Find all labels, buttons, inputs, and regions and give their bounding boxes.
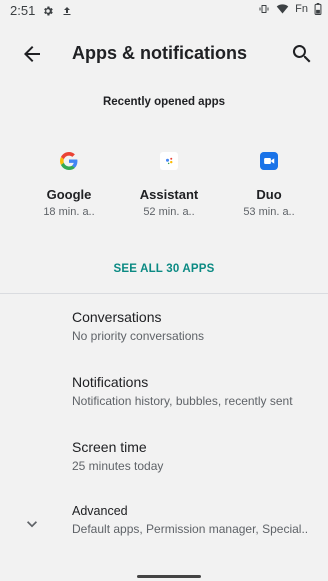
item-subtitle: Notification history, bubbles, recently …: [72, 394, 293, 408]
item-title: Screen time: [72, 439, 147, 455]
item-title: Advanced: [72, 504, 128, 518]
item-subtitle: Default apps, Permission manager, Specia…: [72, 522, 309, 536]
list-item-advanced[interactable]: Advanced Default apps, Permission manage…: [72, 504, 322, 536]
wifi-icon: [276, 3, 289, 15]
settings-gear-icon: [42, 5, 54, 17]
duo-icon: [258, 150, 280, 172]
recent-app-google[interactable]: Google 18 min. a..: [24, 150, 114, 218]
recent-app-assistant[interactable]: Assistant 52 min. a..: [124, 150, 214, 218]
list-item-notifications[interactable]: Notifications Notification history, bubb…: [72, 374, 322, 408]
back-button[interactable]: [20, 42, 44, 66]
status-bar: 2:51 Fn: [0, 0, 328, 22]
clock: 2:51: [10, 3, 36, 18]
gesture-nav-handle[interactable]: [137, 575, 201, 578]
search-button[interactable]: [290, 42, 314, 66]
status-right: Fn: [258, 3, 322, 15]
app-time: 52 min. a..: [143, 206, 195, 218]
divider: [0, 293, 328, 294]
see-all-apps-button[interactable]: SEE ALL 30 APPS: [0, 263, 328, 275]
arrow-back-icon: [24, 46, 40, 62]
fn-label: Fn: [295, 3, 308, 15]
item-subtitle: No priority conversations: [72, 329, 205, 343]
item-subtitle: 25 minutes today: [72, 459, 164, 473]
status-left: 2:51: [10, 3, 73, 18]
item-title: Conversations: [72, 309, 162, 325]
list-item-conversations[interactable]: Conversations No priority conversations: [72, 309, 322, 343]
upload-icon: [61, 5, 73, 17]
recent-app-duo[interactable]: Duo 53 min. a..: [224, 150, 314, 218]
app-bar: Apps & notifications: [0, 30, 328, 78]
recent-apps-header: Recently opened apps: [102, 96, 226, 108]
app-name: Assistant: [139, 187, 199, 202]
page-title: Apps & notifications: [72, 43, 247, 63]
assistant-icon: [158, 150, 180, 172]
app-name: Duo: [256, 187, 282, 202]
app-time: 18 min. a..: [43, 206, 95, 218]
search-icon: [292, 45, 311, 63]
screen: 2:51 Fn Apps & notifications Recently op…: [0, 0, 328, 581]
item-title: Notifications: [72, 374, 149, 390]
app-name: Google: [46, 187, 92, 202]
vibrate-icon: [258, 3, 270, 15]
battery-icon: [314, 3, 322, 15]
list-item-screen-time[interactable]: Screen time 25 minutes today: [72, 439, 322, 473]
chevron-down-icon: [22, 514, 42, 534]
app-time: 53 min. a..: [243, 206, 295, 218]
google-icon: [58, 150, 80, 172]
